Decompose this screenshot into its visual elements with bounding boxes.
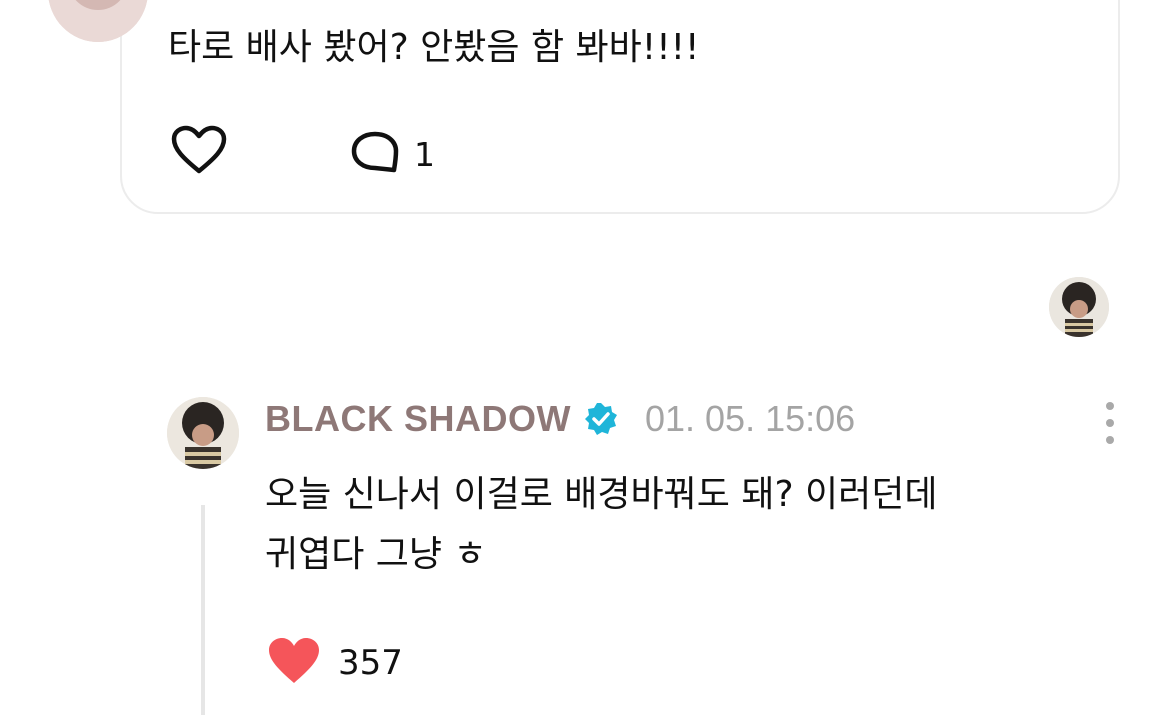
current-user-avatar[interactable]: [1049, 277, 1109, 337]
thread-page: 타로 배사 봤어? 안봤음 함 봐바!!!! 1 BLACK SHADOW 01…: [0, 0, 1170, 715]
heart-filled-icon: [268, 637, 320, 689]
reply-like-count: 357: [338, 643, 403, 683]
reply-timestamp: 01. 05. 15:06: [644, 398, 856, 439]
reply-username[interactable]: BLACK SHADOW: [265, 398, 571, 440]
reply-text: 오늘 신나서 이걸로 배경바꿔도 돼? 이러던데 귀엽다 그냥 ㅎ: [265, 465, 1085, 585]
speech-bubble-icon: [350, 130, 400, 178]
post-text: 타로 배사 봤어? 안봤음 함 봐바!!!!: [168, 27, 700, 68]
post-comment-button[interactable]: 1: [350, 130, 435, 178]
reply-text-line-1: 오늘 신나서 이걸로 배경바꿔도 돼? 이러던데: [265, 474, 938, 515]
reply-text-line-2: 귀엽다 그냥 ㅎ: [265, 534, 487, 575]
verified-badge-icon: [583, 401, 619, 437]
reply-author-avatar[interactable]: [167, 397, 239, 469]
post-like-button[interactable]: [171, 125, 227, 179]
heart-outline-icon: [171, 125, 227, 179]
more-options-button[interactable]: [1100, 402, 1120, 444]
reply-like-button[interactable]: 357: [268, 637, 403, 689]
thread-line: [201, 505, 205, 715]
reply-header: BLACK SHADOW 01. 05. 15:06: [265, 398, 855, 440]
more-vertical-icon: [1106, 402, 1114, 410]
comment-count: 1: [414, 134, 435, 174]
